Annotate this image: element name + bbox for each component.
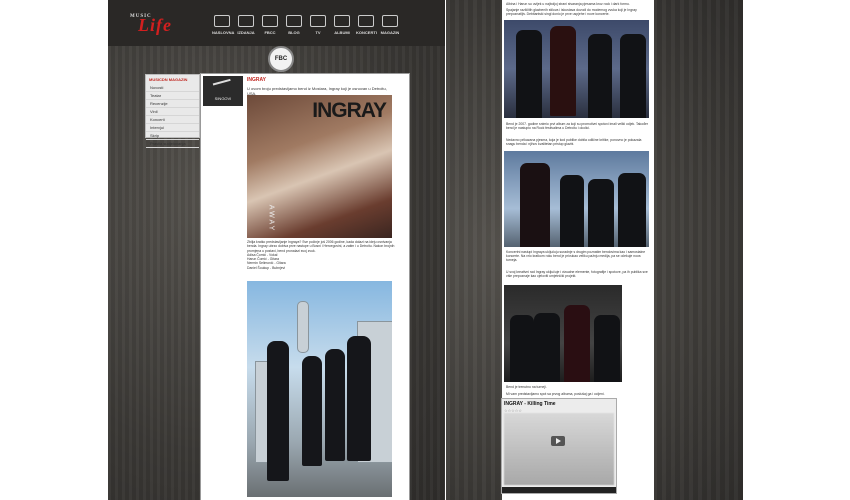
nav-item[interactable]: ALBUMI (332, 15, 352, 35)
sidebar: MUSICDN MAGAZIN Novosti Teatar Recenzije… (145, 74, 200, 148)
person (534, 313, 560, 382)
video-frame[interactable] (504, 413, 614, 485)
cover-title: INGRAY (312, 99, 387, 122)
sidebar-title: MUSICDN MAGAZIN (149, 77, 188, 82)
person (520, 163, 550, 247)
person (594, 315, 620, 382)
band-photo (247, 281, 392, 497)
article-continuation: Albina i Harun su uvijek u najboljoj str… (501, 0, 654, 500)
right-paragraph: Mi vam predstavljamo spot sa prvog album… (506, 392, 605, 396)
sidebar-item[interactable]: Recenzije (146, 100, 199, 108)
right-paragraph: Bend je trenutno na turneji. (506, 385, 547, 389)
member-line: Daniel Šoukup - Bubnjevi (247, 265, 286, 270)
person (588, 34, 612, 118)
band-photo (504, 285, 622, 382)
section-badge-label: SINGOVI (214, 96, 232, 101)
sidebar-item[interactable]: Vinil (146, 108, 199, 116)
video-player[interactable]: INGRAY - Killing Time ☆☆☆☆☆ (501, 398, 617, 494)
nav-icon (334, 15, 350, 27)
feather-icon (212, 78, 234, 96)
right-paragraph: Koncertni nastupi Ingraya uključuju sura… (506, 250, 646, 263)
sidebar-item[interactable]: Teatar (146, 92, 199, 100)
article-paragraph: Zbilja kratko predstavljanje Ingraya? Sv… (247, 240, 402, 270)
person (516, 30, 542, 118)
nav-item[interactable]: TV (308, 15, 328, 35)
sidebar-item[interactable]: Intervjui (146, 124, 199, 132)
album-cover-image: INGRAY AWAY (247, 95, 392, 238)
nav-item[interactable]: FBCC (260, 15, 280, 35)
video-controls[interactable] (502, 487, 616, 493)
nav-icon (262, 15, 278, 27)
person (510, 315, 534, 382)
person (588, 179, 614, 247)
page: MUSIC Life NASLOVNA IZDANJA FBCC BLOG TV… (0, 0, 850, 500)
person (560, 175, 584, 247)
article-body: Zbilja kratko predstavljanje Ingraya? Sv… (247, 240, 395, 253)
sidebar-item[interactable]: Skrip (146, 132, 199, 140)
nav-icon (214, 15, 230, 27)
nav-item[interactable]: MAGAZIN (380, 15, 400, 35)
person (302, 356, 322, 466)
nav-item[interactable]: NASLOVNA (212, 15, 234, 35)
article-title: INGRAY (247, 77, 266, 83)
right-screenshot: Albina i Harun su uvijek u najboljoj str… (446, 0, 743, 500)
nav-icon (310, 15, 326, 27)
nav-icon (382, 15, 398, 27)
left-screenshot: MUSIC Life NASLOVNA IZDANJA FBCC BLOG TV… (108, 0, 445, 500)
logo-small-text: MUSIC (130, 14, 152, 19)
section-badge[interactable]: SINGOVI (203, 76, 243, 106)
play-icon[interactable] (551, 436, 565, 446)
nav-item[interactable]: IZDANJA (236, 15, 256, 35)
right-paragraph: Bend je 2007. godine snimio prvi album z… (506, 122, 649, 131)
tower (297, 301, 309, 353)
cover-subtitle: AWAY (267, 204, 275, 233)
right-intro: Albina i Harun su uvijek u najboljoj str… (506, 2, 630, 6)
sidebar-item[interactable]: Novosti (146, 84, 199, 92)
nav-icon (238, 15, 254, 27)
person (620, 34, 646, 118)
person (550, 26, 576, 116)
nav-item[interactable]: BLOG (284, 15, 304, 35)
fbc-badge[interactable]: FBC (268, 46, 294, 72)
right-paragraph: U svoj kreativni rad Ingray uključuje i … (506, 270, 648, 279)
sidebar-item[interactable]: Pravila sudjelovanja (146, 140, 199, 148)
video-title[interactable]: INGRAY - Killing Time (504, 401, 556, 407)
person (618, 173, 646, 247)
nav-icon (358, 15, 374, 27)
right-paragraph: Spajanje različitih glazbenih stilova i … (506, 8, 637, 17)
site-logo[interactable]: MUSIC Life (130, 14, 172, 36)
nav-icon (286, 15, 302, 27)
person (267, 341, 289, 481)
person (325, 349, 345, 461)
top-navigation: NASLOVNA IZDANJA FBCC BLOG TV ALBUMI KON… (212, 15, 400, 35)
band-photo (504, 151, 649, 247)
band-photo (504, 20, 649, 118)
nav-item[interactable]: KONCERTI (356, 15, 377, 35)
right-paragraph: Nedavno prikazana pjesma, koja je kod pu… (506, 138, 642, 147)
sidebar-item[interactable]: Koncerti (146, 116, 199, 124)
person (347, 336, 371, 461)
person (564, 305, 590, 382)
